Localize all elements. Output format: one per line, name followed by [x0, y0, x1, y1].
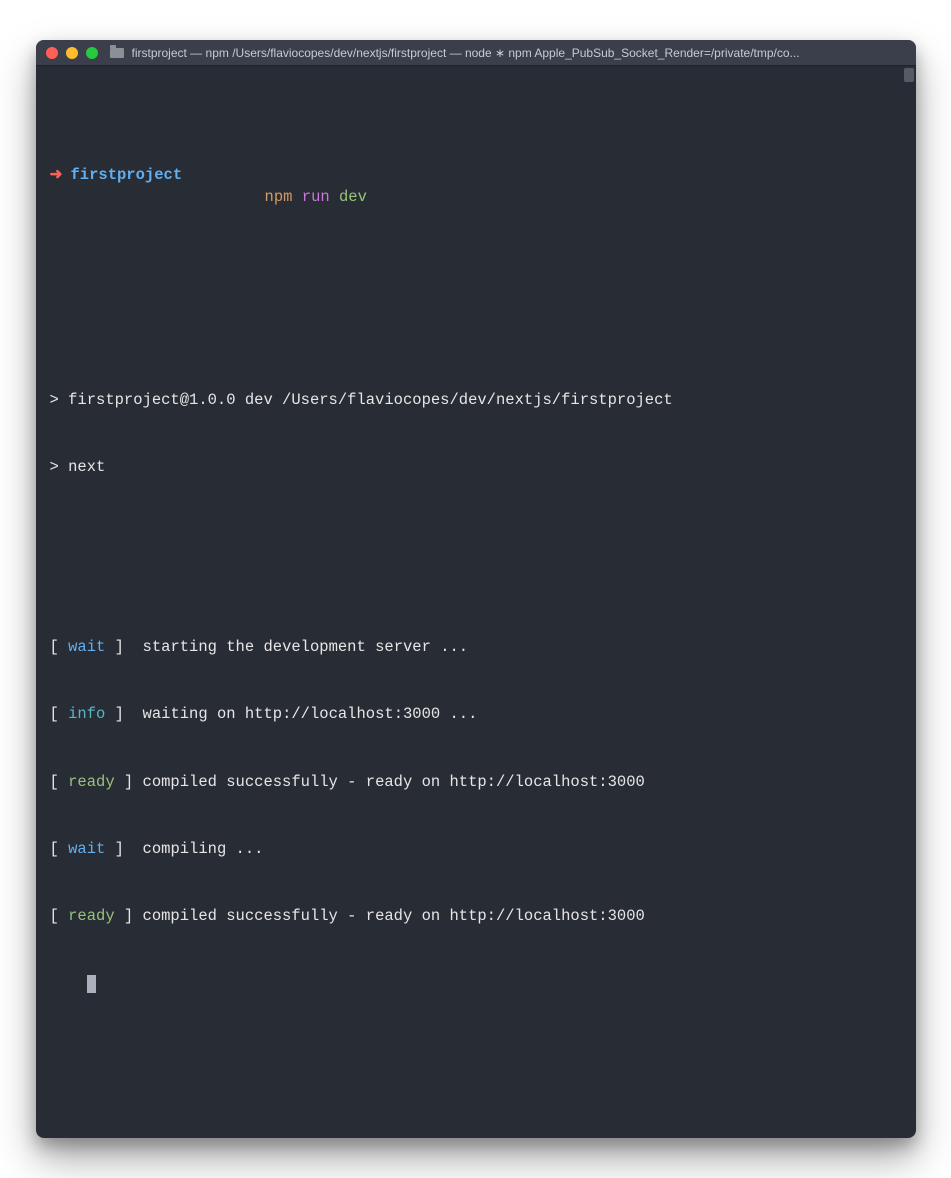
log-msg: starting the development server ...: [143, 638, 469, 656]
log-tag: wait: [68, 840, 105, 858]
cmd-npm: npm: [265, 188, 293, 206]
bracket-open: [: [50, 705, 69, 723]
log-msg: compiling ...: [143, 840, 264, 858]
scrollbar[interactable]: [904, 68, 914, 82]
traffic-lights: [46, 47, 98, 59]
gt-prefix: >: [50, 391, 69, 409]
titlebar[interactable]: firstproject — npm /Users/flaviocopes/de…: [36, 40, 916, 66]
bracket-open: [: [50, 773, 69, 791]
prompt-line: ➜ firstproject npm run dev: [50, 164, 902, 231]
log-msg: compiled successfully - ready on http://…: [143, 773, 645, 791]
bracket-close: ]: [115, 773, 143, 791]
bracket-close: ]: [115, 907, 143, 925]
bracket-close: ]: [105, 638, 142, 656]
zoom-icon[interactable]: [86, 47, 98, 59]
log-tag: ready: [68, 773, 115, 791]
output-header-1: firstproject@1.0.0 dev /Users/flaviocope…: [68, 391, 673, 409]
output-header-2: next: [68, 458, 105, 476]
log-tag: wait: [68, 638, 105, 656]
prompt-project: firstproject: [71, 164, 183, 186]
log-line: [ ready ] compiled successfully - ready …: [50, 771, 902, 793]
log-tag: ready: [68, 907, 115, 925]
bracket-open: [: [50, 840, 69, 858]
cmd-run: run: [302, 188, 330, 206]
cursor: [87, 975, 96, 993]
terminal-body[interactable]: ➜ firstproject npm run dev > firstprojec…: [36, 66, 916, 1138]
folder-icon: [110, 48, 124, 58]
gt-prefix: >: [50, 458, 69, 476]
bracket-close: ]: [105, 705, 142, 723]
prompt-arrow-icon: ➜: [50, 164, 63, 186]
log-msg: compiled successfully - ready on http://…: [143, 907, 645, 925]
bracket-open: [: [50, 638, 69, 656]
cmd-dev: dev: [339, 188, 367, 206]
output-header-line: > next: [50, 456, 902, 478]
log-msg: waiting on http://localhost:3000 ...: [143, 705, 478, 723]
log-line: [ ready ] compiled successfully - ready …: [50, 905, 902, 927]
close-icon[interactable]: [46, 47, 58, 59]
log-line: [ wait ] starting the development server…: [50, 636, 902, 658]
terminal-window: firstproject — npm /Users/flaviocopes/de…: [36, 40, 916, 1138]
bracket-open: [: [50, 907, 69, 925]
log-line: [ wait ] compiling ...: [50, 838, 902, 860]
bracket-close: ]: [105, 840, 142, 858]
output-header-line: > firstproject@1.0.0 dev /Users/flavioco…: [50, 389, 902, 411]
minimize-icon[interactable]: [66, 47, 78, 59]
window-title: firstproject — npm /Users/flaviocopes/de…: [132, 46, 906, 60]
log-tag: info: [68, 705, 105, 723]
log-line: [ info ] waiting on http://localhost:300…: [50, 703, 902, 725]
